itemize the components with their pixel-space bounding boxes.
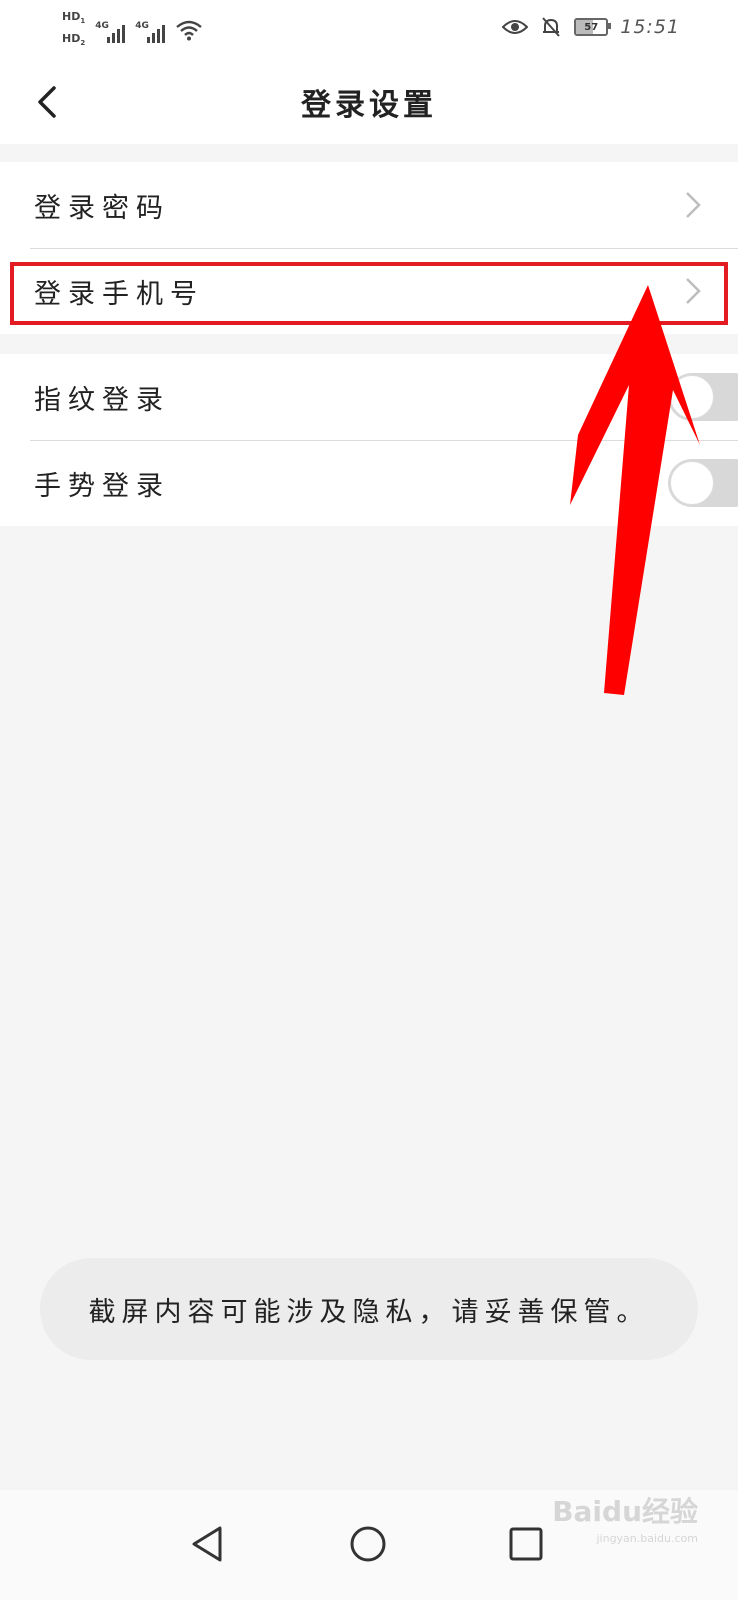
page-title: 登录设置 — [301, 88, 437, 123]
chevron-right-icon — [686, 192, 701, 218]
screenshot-privacy-toast: 截屏内容可能涉及隐私，请妥善保管。 — [40, 1258, 698, 1360]
home-circle-icon[interactable] — [344, 1520, 392, 1568]
row-label: 手势登录 — [34, 470, 170, 502]
baidu-watermark: Baidu经验 jingyan.baidu.com — [552, 1490, 698, 1545]
bell-off-icon — [542, 17, 560, 37]
hd2-badge: HD2 — [62, 32, 86, 48]
title-bar: 登录设置 — [0, 58, 738, 144]
watermark-brand: Baidu经验 — [552, 1495, 698, 1528]
toast-message: 截屏内容可能涉及隐私，请妥善保管。 — [88, 1296, 650, 1328]
watermark-url: jingyan.baidu.com — [596, 1532, 698, 1545]
network-type-1: 4G — [95, 21, 109, 32]
recents-square-icon[interactable] — [502, 1520, 550, 1568]
signal-2-icon: 4G — [135, 17, 166, 44]
eye-icon — [502, 20, 529, 34]
row-label: 登录手机号 — [34, 278, 204, 310]
clock: 15:51 — [620, 16, 680, 38]
status-bar: HD1 HD2 4G 4G 57 15:51 — [0, 0, 738, 58]
divider — [30, 248, 738, 249]
hd1-badge: HD1 — [62, 10, 86, 26]
row-label: 指纹登录 — [34, 384, 170, 416]
network-type-2: 4G — [135, 21, 149, 32]
status-left: HD1 HD2 4G 4G — [62, 10, 203, 50]
red-arrow-annotation — [570, 285, 700, 695]
signal-1-icon: 4G — [95, 17, 126, 44]
settings-row-login-password[interactable]: 登录密码 — [0, 162, 738, 248]
row-label: 登录密码 — [34, 192, 170, 224]
back-triangle-icon[interactable] — [186, 1520, 234, 1568]
wifi-icon — [176, 20, 202, 41]
battery-level-text: 57 — [584, 21, 599, 33]
battery-icon: 57 — [574, 18, 612, 36]
status-right: 57 15:51 — [502, 16, 680, 38]
